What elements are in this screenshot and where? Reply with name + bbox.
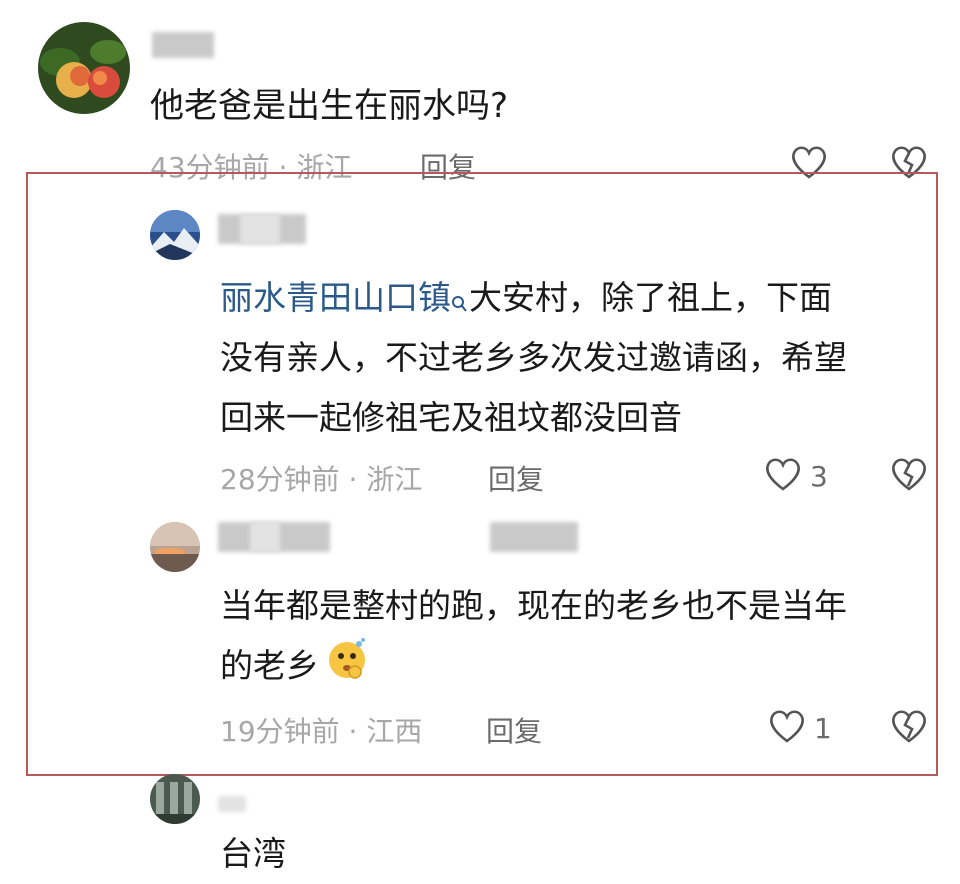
like-count: 3 [810,460,828,493]
dislike-broken-heart-icon[interactable] [890,456,928,496]
dislike-broken-heart-icon[interactable] [890,708,928,748]
like-heart-icon[interactable] [764,456,802,496]
avatar[interactable] [38,22,130,114]
username-redacted [152,32,214,58]
username-redacted [240,214,280,244]
username-redacted [218,796,246,812]
comment-text: 的老乡 [220,636,369,699]
pondering-face-emoji-icon [325,636,369,699]
separator: · [348,715,358,748]
comment-text-line: 没有亲人，不过老乡多次发过邀请函，希望 [220,338,847,377]
comment-text-line: 大安村，除了祖上，下面 [469,278,832,317]
like-count: 1 [814,712,832,745]
separator: · [348,463,358,496]
comment-text: 丽水青田山口镇 大安村，除了祖上，下面 [220,268,832,334]
comment-meta: 19分钟前 · 江西 [220,710,422,750]
comment-text-line: 回来一起修祖宅及祖坟都没回音 [220,398,682,437]
comment-location: 浙江 [366,463,423,496]
like-heart-icon[interactable] [768,708,806,748]
comment-text-line: 当年都是整村的跑，现在的老乡也不是当年 [220,586,847,625]
comment-text: 台湾 [220,834,286,873]
username-redacted [250,522,280,552]
comment-time: 19分钟前 [220,715,340,748]
avatar[interactable] [150,210,200,260]
comment-text: 他老爸是出生在丽水吗? [150,86,509,126]
search-icon[interactable] [451,274,469,334]
comment-meta: 28分钟前 · 浙江 [220,458,422,498]
reply-target-redacted [490,522,578,552]
comment-location: 江西 [366,715,423,748]
reply-button[interactable]: 回复 [488,458,544,498]
avatar[interactable] [150,774,200,824]
reply-button[interactable]: 回复 [486,710,542,750]
avatar[interactable] [150,522,200,572]
location-link[interactable]: 丽水青田山口镇 [220,278,451,317]
comment-text-line: 的老乡 [220,646,319,685]
comment-time: 28分钟前 [220,463,340,496]
